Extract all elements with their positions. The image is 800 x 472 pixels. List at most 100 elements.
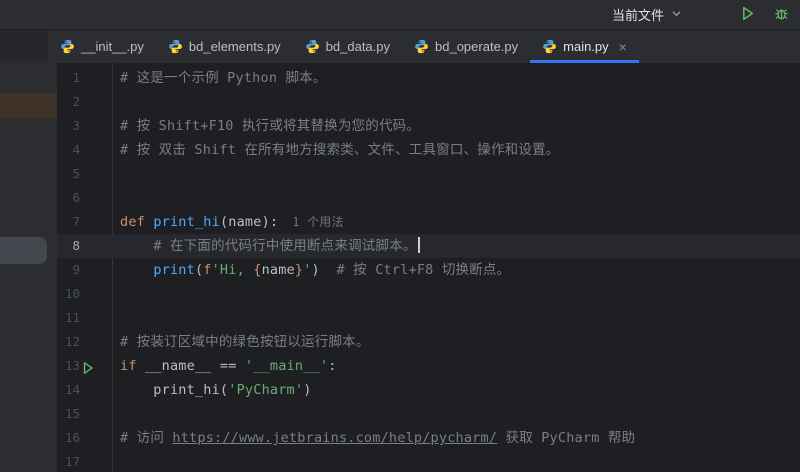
code-token	[320, 262, 337, 278]
code-line-text	[112, 450, 120, 472]
line-number[interactable]: 2	[57, 90, 112, 114]
run-button[interactable]	[734, 2, 760, 28]
code-token: )	[303, 382, 311, 398]
code-editor[interactable]: 1 # 这是一个示例 Python 脚本。 23 # 按 Shift+F10 执行或将…	[57, 63, 800, 472]
code-line[interactable]: 4 # 按 双击 Shift 在所有地方搜索类、文件、工具窗口、操作和设置。	[57, 138, 800, 162]
code-line[interactable]: 5	[57, 162, 800, 186]
code-line-text	[112, 186, 120, 210]
code-line[interactable]: 1 # 这是一个示例 Python 脚本。	[57, 66, 800, 90]
run-configuration-selector[interactable]: 当前文件	[608, 2, 686, 27]
code-line-text	[112, 306, 120, 330]
close-tab-icon[interactable]: ×	[619, 40, 627, 54]
line-number[interactable]: 12	[57, 330, 112, 354]
code-token: # 按 Ctrl+F8 切换断点。	[337, 262, 511, 278]
code-token: print_hi(	[120, 382, 228, 398]
line-number[interactable]: 11	[57, 306, 112, 330]
line-number[interactable]: 1	[57, 66, 112, 90]
code-token: __name__ ==	[145, 358, 245, 374]
line-number[interactable]: 16	[57, 426, 112, 450]
code-line[interactable]: 10	[57, 282, 800, 306]
line-number[interactable]: 7	[57, 210, 112, 234]
run-line-icon[interactable]	[81, 359, 95, 373]
python-file-icon	[168, 39, 183, 54]
code-line-text: # 按装订区域中的绿色按钮以运行脚本。	[112, 330, 370, 354]
line-number[interactable]: 15	[57, 402, 112, 426]
line-number[interactable]: 3	[57, 114, 112, 138]
panel-selected-item-highlight	[0, 93, 57, 118]
code-line[interactable]: 12 # 按装订区域中的绿色按钮以运行脚本。	[57, 330, 800, 354]
code-token: def	[120, 214, 153, 230]
code-line[interactable]: 7def print_hi(name):1 个用法	[57, 210, 800, 234]
code-token: }	[295, 262, 303, 278]
tab-bd-data-py[interactable]: bd_data.py	[293, 30, 402, 63]
code-token: if	[120, 358, 145, 374]
tab-bd-elements-py[interactable]: bd_elements.py	[156, 30, 293, 63]
line-number[interactable]: 14	[57, 378, 112, 402]
python-file-icon	[542, 39, 557, 54]
code-line-text	[112, 90, 120, 114]
code-token: {	[253, 262, 261, 278]
code-line[interactable]: 15	[57, 402, 800, 426]
code-token: # 按 Shift+F10 执行或将其替换为您的代码。	[120, 118, 420, 134]
code-line[interactable]: 8 # 在下面的代码行中使用断点来调试脚本。	[57, 234, 800, 258]
code-token: 获取 PyCharm 帮助	[497, 430, 635, 446]
line-number[interactable]: 6	[57, 186, 112, 210]
code-line[interactable]: 13if __name__ == '__main__':	[57, 354, 800, 378]
pycharm-window: 当前文件 __i	[0, 0, 800, 472]
code-token	[120, 238, 153, 254]
python-file-icon	[414, 39, 429, 54]
code-token	[120, 262, 153, 278]
tab-label: bd_elements.py	[189, 39, 281, 54]
line-number[interactable]: 8	[57, 234, 112, 258]
code-token: 1 个用法	[292, 215, 343, 229]
code-token: # 访问	[120, 430, 172, 446]
code-line-text: # 在下面的代码行中使用断点来调试脚本。	[112, 234, 420, 258]
code-token: )	[312, 262, 320, 278]
code-line[interactable]: 6	[57, 186, 800, 210]
line-number[interactable]: 9	[57, 258, 112, 282]
code-line-text: if __name__ == '__main__':	[112, 354, 337, 378]
code-line[interactable]: 9 print(f'Hi, {name}') # 按 Ctrl+F8 切换断点。	[57, 258, 800, 282]
tab-bd-operate-py[interactable]: bd_operate.py	[402, 30, 530, 63]
code-area[interactable]: 1 # 这是一个示例 Python 脚本。 23 # 按 Shift+F10 执行或将…	[57, 66, 800, 472]
line-number[interactable]: 10	[57, 282, 112, 306]
line-number[interactable]: 4	[57, 138, 112, 162]
code-line[interactable]: 14 print_hi('PyCharm')	[57, 378, 800, 402]
code-token: # 按 双击 Shift 在所有地方搜索类、文件、工具窗口、操作和设置。	[120, 142, 559, 158]
code-line[interactable]: 11	[57, 306, 800, 330]
code-token: # 在下面的代码行中使用断点来调试脚本。	[153, 238, 416, 254]
code-token: 'PyCharm'	[228, 382, 303, 398]
line-number[interactable]: 17	[57, 450, 112, 472]
project-panel-edge	[0, 63, 57, 472]
code-token: print_hi	[153, 214, 220, 230]
code-token: f	[203, 262, 211, 278]
code-line[interactable]: 2	[57, 90, 800, 114]
code-line[interactable]: 3 # 按 Shift+F10 执行或将其替换为您的代码。	[57, 114, 800, 138]
code-line[interactable]: 17	[57, 450, 800, 472]
debug-button[interactable]	[768, 2, 794, 28]
tab-bar-inset	[0, 30, 48, 63]
chevron-down-icon	[671, 7, 682, 22]
code-token: # 这是一个示例 Python 脚本。	[120, 70, 327, 86]
code-line-text: # 这是一个示例 Python 脚本。	[112, 66, 327, 90]
tab-init-py[interactable]: __init__.py	[48, 30, 156, 63]
code-token: 'Hi,	[212, 262, 254, 278]
code-line-text: print_hi('PyCharm')	[112, 378, 312, 402]
tab-label: main.py	[563, 39, 609, 54]
code-token: # 按装订区域中的绿色按钮以运行脚本。	[120, 334, 370, 350]
line-number[interactable]: 5	[57, 162, 112, 186]
main-area: 1 # 这是一个示例 Python 脚本。 23 # 按 Shift+F10 执行或将…	[0, 63, 800, 472]
tab-main-py[interactable]: main.py ×	[530, 30, 639, 63]
main-toolbar: 当前文件	[0, 0, 800, 30]
code-token: print	[153, 262, 195, 278]
code-token: '__main__'	[245, 358, 328, 374]
panel-scrollbar-thumb[interactable]	[0, 237, 47, 264]
editor-tab-bar: __init__.py bd_elements.py bd_data.py bd…	[0, 30, 800, 63]
tab-label: bd_data.py	[326, 39, 390, 54]
play-icon	[739, 5, 756, 25]
code-line-text: # 访问 https://www.jetbrains.com/help/pych…	[112, 426, 635, 450]
code-line[interactable]: 16# 访问 https://www.jetbrains.com/help/py…	[57, 426, 800, 450]
code-line-text: print(f'Hi, {name}') # 按 Ctrl+F8 切换断点。	[112, 258, 510, 282]
code-token: https://www.jetbrains.com/help/pycharm/	[172, 430, 497, 446]
python-file-icon	[60, 39, 75, 54]
